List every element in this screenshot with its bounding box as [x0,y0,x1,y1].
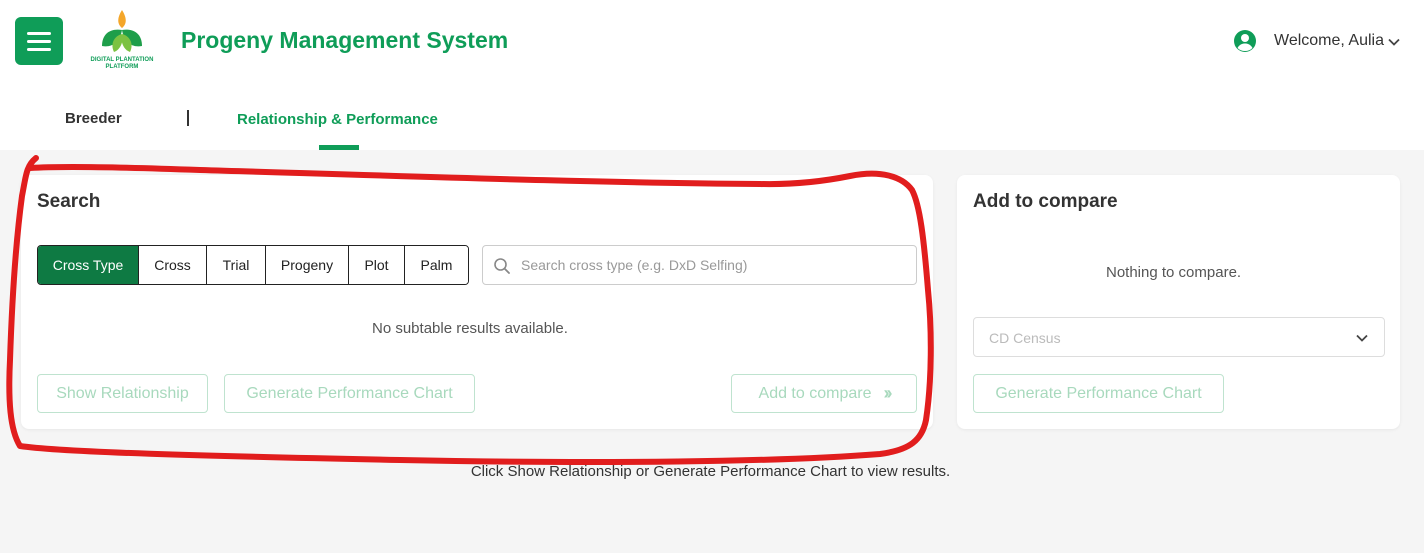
show-relationship-button[interactable]: Show Relationship [37,374,208,413]
nothing-to-compare-message: Nothing to compare. [1106,264,1242,281]
filter-trial[interactable]: Trial [207,246,266,284]
search-input[interactable] [521,247,911,283]
filter-plot[interactable]: Plot [349,246,405,284]
logo-text: DIGITAL PLANTATION PLATFORM [90,57,154,70]
app-header: DIGITAL PLANTATION PLATFORM Progeny Mana… [0,0,1424,150]
compare-panel: Add to compare Nothing to compare. CD Ce… [957,175,1400,429]
app-title: Progeny Management System [181,27,509,53]
account-circle-icon[interactable] [1233,29,1257,53]
tab-breeder[interactable]: Breeder [65,110,122,127]
search-panel: Search Cross Type Cross Trial Progeny Pl… [21,175,933,429]
results-hint: Click Show Relationship or Generate Perf… [470,463,951,480]
compare-panel-title: Add to compare [973,191,1118,212]
compare-generate-chart-label: Generate Performance Chart [995,384,1202,402]
tab-relationship-performance[interactable]: Relationship & Performance [237,111,438,128]
add-to-compare-label: Add to compare [758,384,872,402]
welcome-user[interactable]: Welcome, Aulia [1274,32,1384,50]
double-chevron-right-icon: ›› [883,383,892,403]
generate-chart-label: Generate Performance Chart [246,384,453,402]
generate-performance-chart-button[interactable]: Generate Performance Chart [224,374,475,413]
census-select[interactable]: CD Census [973,317,1385,357]
filter-cross[interactable]: Cross [139,246,207,284]
filter-palm[interactable]: Palm [405,246,468,284]
compare-generate-chart-button[interactable]: Generate Performance Chart [973,374,1224,413]
active-tab-indicator [319,145,359,150]
census-select-value: CD Census [989,330,1061,346]
chevron-down-icon [1356,334,1368,342]
empty-subtable-message: No subtable results available. [372,320,568,337]
filter-progeny[interactable]: Progeny [266,246,349,284]
tab-divider [187,110,189,126]
show-relationship-label: Show Relationship [56,384,189,402]
chevron-down-icon[interactable] [1387,35,1401,49]
filter-cross-type[interactable]: Cross Type [38,246,139,284]
search-panel-title: Search [37,191,101,212]
search-field[interactable] [482,245,917,285]
filter-segmented-control: Cross Type Cross Trial Progeny Plot Palm [37,245,469,285]
search-icon [494,258,510,274]
hamburger-menu-icon[interactable] [15,17,63,65]
add-to-compare-button[interactable]: Add to compare ›› [731,374,917,413]
